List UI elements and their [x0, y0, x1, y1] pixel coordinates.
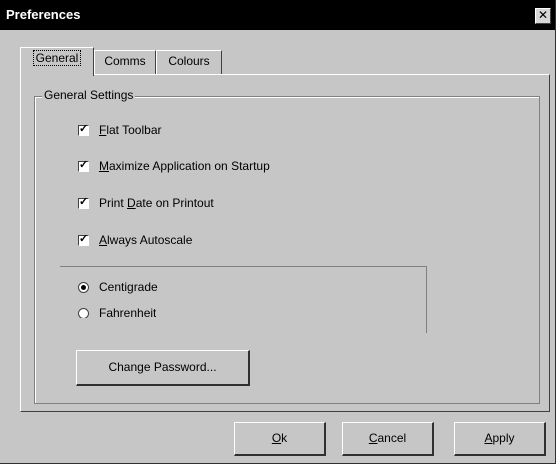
print-date-checkbox[interactable]: ✓ Print Date on Printout [78, 195, 214, 211]
cancel-button[interactable]: Cancel [342, 422, 434, 456]
maximize-on-startup-checkbox[interactable]: ✓ Maximize Application on Startup [78, 158, 270, 174]
flat-toolbar-checkbox[interactable]: ✓ Flat Toolbar [78, 122, 162, 138]
radio-button[interactable] [78, 281, 89, 293]
fahrenheit-radio[interactable]: Fahrenheit [78, 306, 156, 318]
checkbox-box[interactable]: ✓ [78, 195, 89, 209]
centigrade-radio[interactable]: Centigrade [78, 279, 158, 295]
flat-toolbar-label: Flat Toolbar [99, 123, 162, 137]
checkmark-icon: ✓ [79, 158, 89, 171]
checkmark-icon: ✓ [79, 122, 89, 135]
checkbox-box[interactable]: ✓ [78, 158, 89, 172]
close-icon[interactable]: ✕ [535, 8, 551, 24]
ok-button[interactable]: Ok [234, 422, 326, 456]
centigrade-label: Centigrade [99, 280, 158, 294]
tab-colours-label: Colours [168, 54, 210, 68]
tab-general[interactable]: General [20, 47, 94, 76]
radio-selected-dot [81, 284, 86, 290]
maximize-on-startup-label: Maximize Application on Startup [99, 159, 270, 173]
always-autoscale-checkbox[interactable]: ✓ Always Autoscale [78, 232, 192, 248]
fahrenheit-label: Fahrenheit [99, 306, 157, 318]
radio-button[interactable] [78, 308, 89, 318]
title-bar[interactable]: Preferences ✕ [0, 0, 555, 30]
temperature-unit-frame [60, 266, 427, 333]
checkbox-box[interactable]: ✓ [78, 122, 89, 136]
tab-comms[interactable]: Comms [94, 50, 156, 74]
apply-label: Apply [484, 431, 515, 445]
cancel-label: Cancel [368, 431, 407, 445]
ok-label: Ok [271, 431, 288, 445]
change-password-button[interactable]: Change Password... [76, 350, 250, 386]
tab-general-label: General [32, 50, 82, 66]
checkmark-icon: ✓ [79, 232, 89, 245]
apply-button[interactable]: Apply [454, 422, 546, 456]
tab-comms-label: Comms [104, 54, 146, 68]
general-settings-label: General Settings [42, 88, 136, 102]
window-title: Preferences [6, 7, 81, 22]
change-password-label: Change Password... [108, 360, 217, 374]
print-date-label: Print Date on Printout [99, 196, 214, 210]
always-autoscale-label: Always Autoscale [99, 233, 193, 247]
checkmark-icon: ✓ [79, 195, 89, 208]
tab-colours[interactable]: Colours [156, 50, 222, 74]
checkbox-box[interactable]: ✓ [78, 232, 89, 246]
preferences-dialog: Preferences ✕ General Comms Colours Gene… [0, 0, 556, 464]
